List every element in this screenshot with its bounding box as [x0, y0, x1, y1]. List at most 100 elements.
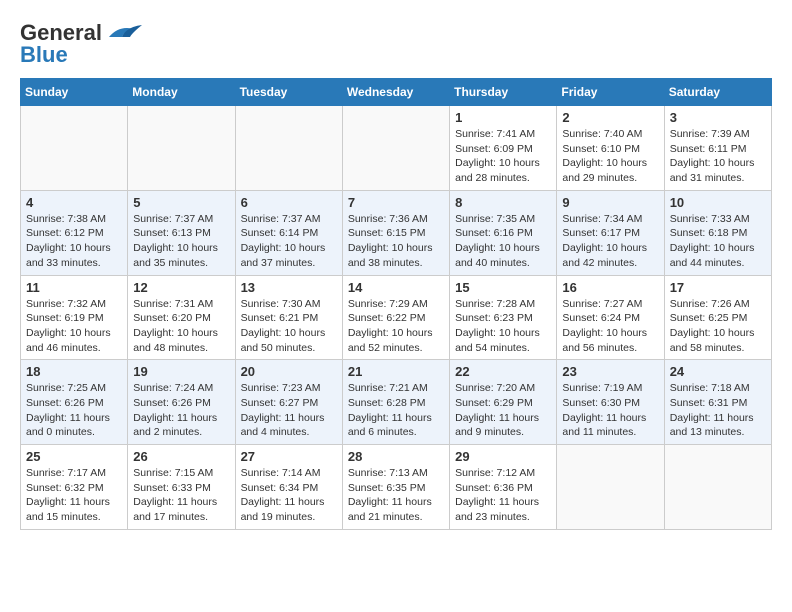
calendar-cell: 28 Sunrise: 7:13 AM Sunset: 6:35 PM Dayli… — [342, 445, 449, 530]
day-number: 11 — [26, 280, 122, 295]
day-number: 24 — [670, 364, 766, 379]
day-info: Sunrise: 7:38 AM Sunset: 6:12 PM Dayligh… — [26, 212, 122, 271]
calendar-cell: 18Sunrise: 7:25 AM Sunset: 6:26 PM Dayli… — [21, 360, 128, 445]
calendar-cell: 21Sunrise: 7:21 AM Sunset: 6:28 PM Dayli… — [342, 360, 449, 445]
logo-blue: Blue — [20, 42, 68, 68]
day-info: Sunrise: 7:39 AM Sunset: 6:11 PM Dayligh… — [670, 127, 766, 186]
page-header: General Blue — [20, 20, 772, 68]
calendar-cell: 1 Sunrise: 7:41 AM Sunset: 6:09 PM Daylig… — [450, 106, 557, 191]
day-of-week-header: Thursday — [450, 79, 557, 106]
day-number: 1 — [455, 110, 551, 125]
calendar-cell — [342, 106, 449, 191]
day-number: 8 — [455, 195, 551, 210]
day-info: Sunrise: 7:15 AM Sunset: 6:33 PM Dayligh… — [133, 466, 229, 525]
day-number: 19 — [133, 364, 229, 379]
day-number: 10 — [670, 195, 766, 210]
day-number: 18 — [26, 364, 122, 379]
day-of-week-header: Wednesday — [342, 79, 449, 106]
day-number: 28 — [348, 449, 444, 464]
day-number: 20 — [241, 364, 337, 379]
day-info: Sunrise: 7:14 AM Sunset: 6:34 PM Dayligh… — [241, 466, 337, 525]
calendar-cell: 3 Sunrise: 7:39 AM Sunset: 6:11 PM Daylig… — [664, 106, 771, 191]
calendar-cell: 2 Sunrise: 7:40 AM Sunset: 6:10 PM Daylig… — [557, 106, 664, 191]
day-number: 3 — [670, 110, 766, 125]
day-info: Sunrise: 7:12 AM Sunset: 6:36 PM Dayligh… — [455, 466, 551, 525]
day-number: 5 — [133, 195, 229, 210]
day-info: Sunrise: 7:23 AM Sunset: 6:27 PM Dayligh… — [241, 381, 337, 440]
day-info: Sunrise: 7:32 AM Sunset: 6:19 PM Dayligh… — [26, 297, 122, 356]
day-info: Sunrise: 7:13 AM Sunset: 6:35 PM Dayligh… — [348, 466, 444, 525]
day-number: 9 — [562, 195, 658, 210]
day-number: 12 — [133, 280, 229, 295]
day-of-week-header: Sunday — [21, 79, 128, 106]
calendar-cell: 9Sunrise: 7:34 AM Sunset: 6:17 PM Daylig… — [557, 190, 664, 275]
day-number: 21 — [348, 364, 444, 379]
calendar-cell: 16 Sunrise: 7:27 AM Sunset: 6:24 PM Dayli… — [557, 275, 664, 360]
day-info: Sunrise: 7:26 AM Sunset: 6:25 PM Dayligh… — [670, 297, 766, 356]
day-info: Sunrise: 7:24 AM Sunset: 6:26 PM Dayligh… — [133, 381, 229, 440]
day-number: 26 — [133, 449, 229, 464]
day-of-week-header: Saturday — [664, 79, 771, 106]
day-number: 27 — [241, 449, 337, 464]
day-number: 7 — [348, 195, 444, 210]
day-info: Sunrise: 7:41 AM Sunset: 6:09 PM Dayligh… — [455, 127, 551, 186]
day-number: 14 — [348, 280, 444, 295]
calendar-cell: 13Sunrise: 7:30 AM Sunset: 6:21 PM Dayli… — [235, 275, 342, 360]
calendar-week-row: 25 Sunrise: 7:17 AM Sunset: 6:32 PM Dayli… — [21, 445, 772, 530]
calendar-table: SundayMondayTuesdayWednesdayThursdayFrid… — [20, 78, 772, 530]
calendar-header-row: SundayMondayTuesdayWednesdayThursdayFrid… — [21, 79, 772, 106]
calendar-cell: 8Sunrise: 7:35 AM Sunset: 6:16 PM Daylig… — [450, 190, 557, 275]
calendar-cell: 12 Sunrise: 7:31 AM Sunset: 6:20 PM Dayli… — [128, 275, 235, 360]
calendar-cell: 17 Sunrise: 7:26 AM Sunset: 6:25 PM Dayli… — [664, 275, 771, 360]
calendar-cell: 22Sunrise: 7:20 AM Sunset: 6:29 PM Dayli… — [450, 360, 557, 445]
day-of-week-header: Tuesday — [235, 79, 342, 106]
calendar-cell: 20 Sunrise: 7:23 AM Sunset: 6:27 PM Dayli… — [235, 360, 342, 445]
day-number: 15 — [455, 280, 551, 295]
calendar-cell — [235, 106, 342, 191]
calendar-cell: 29 Sunrise: 7:12 AM Sunset: 6:36 PM Dayli… — [450, 445, 557, 530]
day-info: Sunrise: 7:36 AM Sunset: 6:15 PM Dayligh… — [348, 212, 444, 271]
calendar-cell — [664, 445, 771, 530]
day-info: Sunrise: 7:29 AM Sunset: 6:22 PM Dayligh… — [348, 297, 444, 356]
day-info: Sunrise: 7:33 AM Sunset: 6:18 PM Dayligh… — [670, 212, 766, 271]
day-number: 29 — [455, 449, 551, 464]
calendar-body: 1 Sunrise: 7:41 AM Sunset: 6:09 PM Daylig… — [21, 106, 772, 530]
calendar-cell — [557, 445, 664, 530]
calendar-cell: 4 Sunrise: 7:38 AM Sunset: 6:12 PM Daylig… — [21, 190, 128, 275]
day-number: 22 — [455, 364, 551, 379]
day-number: 2 — [562, 110, 658, 125]
calendar-cell: 6 Sunrise: 7:37 AM Sunset: 6:14 PM Daylig… — [235, 190, 342, 275]
day-info: Sunrise: 7:30 AM Sunset: 6:21 PM Dayligh… — [241, 297, 337, 356]
calendar-cell: 27 Sunrise: 7:14 AM Sunset: 6:34 PM Dayli… — [235, 445, 342, 530]
calendar-week-row: 1 Sunrise: 7:41 AM Sunset: 6:09 PM Daylig… — [21, 106, 772, 191]
day-number: 16 — [562, 280, 658, 295]
calendar-cell: 15 Sunrise: 7:28 AM Sunset: 6:23 PM Dayli… — [450, 275, 557, 360]
day-number: 25 — [26, 449, 122, 464]
day-number: 23 — [562, 364, 658, 379]
calendar-week-row: 4 Sunrise: 7:38 AM Sunset: 6:12 PM Daylig… — [21, 190, 772, 275]
day-info: Sunrise: 7:17 AM Sunset: 6:32 PM Dayligh… — [26, 466, 122, 525]
calendar-cell: 14 Sunrise: 7:29 AM Sunset: 6:22 PM Dayli… — [342, 275, 449, 360]
day-info: Sunrise: 7:27 AM Sunset: 6:24 PM Dayligh… — [562, 297, 658, 356]
day-of-week-header: Friday — [557, 79, 664, 106]
calendar-cell: 7 Sunrise: 7:36 AM Sunset: 6:15 PM Daylig… — [342, 190, 449, 275]
day-info: Sunrise: 7:37 AM Sunset: 6:14 PM Dayligh… — [241, 212, 337, 271]
day-of-week-header: Monday — [128, 79, 235, 106]
calendar-cell: 11 Sunrise: 7:32 AM Sunset: 6:19 PM Dayli… — [21, 275, 128, 360]
day-number: 4 — [26, 195, 122, 210]
calendar-cell — [21, 106, 128, 191]
day-info: Sunrise: 7:28 AM Sunset: 6:23 PM Dayligh… — [455, 297, 551, 356]
calendar-cell: 24Sunrise: 7:18 AM Sunset: 6:31 PM Dayli… — [664, 360, 771, 445]
calendar-week-row: 11 Sunrise: 7:32 AM Sunset: 6:19 PM Dayli… — [21, 275, 772, 360]
calendar-week-row: 18Sunrise: 7:25 AM Sunset: 6:26 PM Dayli… — [21, 360, 772, 445]
calendar-cell: 26 Sunrise: 7:15 AM Sunset: 6:33 PM Dayli… — [128, 445, 235, 530]
day-info: Sunrise: 7:40 AM Sunset: 6:10 PM Dayligh… — [562, 127, 658, 186]
logo-bird-icon — [104, 23, 144, 41]
day-info: Sunrise: 7:31 AM Sunset: 6:20 PM Dayligh… — [133, 297, 229, 356]
day-info: Sunrise: 7:37 AM Sunset: 6:13 PM Dayligh… — [133, 212, 229, 271]
day-info: Sunrise: 7:19 AM Sunset: 6:30 PM Dayligh… — [562, 381, 658, 440]
day-number: 6 — [241, 195, 337, 210]
day-number: 17 — [670, 280, 766, 295]
calendar-cell — [128, 106, 235, 191]
calendar-cell: 5 Sunrise: 7:37 AM Sunset: 6:13 PM Daylig… — [128, 190, 235, 275]
